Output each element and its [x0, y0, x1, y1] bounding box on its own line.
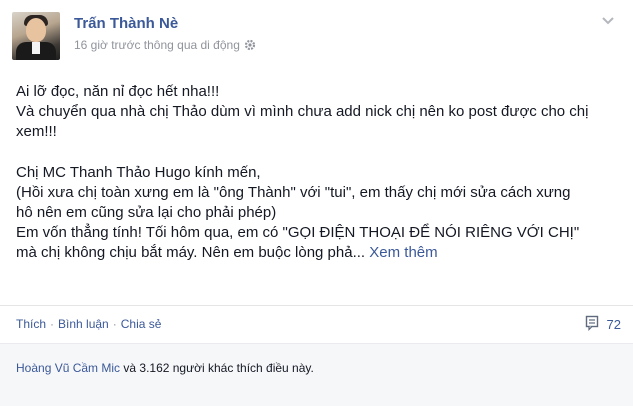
comment-count-value: 72: [606, 317, 621, 332]
post-body: Ai lỡ đọc, năn nỉ đọc hết nha!!! Và chuy…: [16, 82, 621, 263]
post-card: Trấn Thành Nè 16 giờ trước thông qua di …: [0, 0, 633, 406]
like-button[interactable]: Thích: [16, 317, 46, 331]
likes-summary: Hoàng Vũ Cầm Mic và 3.162 người khác thí…: [16, 361, 314, 375]
share-button[interactable]: Chia sẻ: [121, 317, 162, 331]
chevron-down-icon[interactable]: [598, 12, 618, 30]
post-line-last: mà chị không chịu bắt máy. Nên em buộc l…: [16, 243, 621, 263]
post-line: Và chuyển qua nhà chị Thảo dùm vì mình c…: [16, 103, 589, 120]
post-line: Chị MC Thanh Thảo Hugo kính mến,: [16, 164, 261, 181]
divider: [0, 305, 633, 306]
author-name[interactable]: Trấn Thành Nè: [74, 15, 178, 32]
comment-count[interactable]: 72: [585, 315, 621, 334]
separator: ·: [112, 317, 117, 331]
post-header: Trấn Thành Nè 16 giờ trước thông qua di …: [12, 12, 622, 60]
comment-bubble-icon: [585, 315, 601, 334]
post-line: Ai lỡ đọc, năn nỉ đọc hết nha!!!: [16, 83, 220, 100]
post-timestamp[interactable]: 16 giờ trước thông qua di động: [74, 38, 240, 52]
post-line: (Hồi xưa chị toàn xưng em là "ông Thành"…: [16, 184, 571, 201]
post-line: Em vốn thẳng tính! Tối hôm qua, em có "G…: [16, 224, 580, 241]
see-more-link[interactable]: Xem thêm: [369, 244, 437, 261]
post-line: xem!!!: [16, 123, 57, 140]
gear-icon[interactable]: [244, 39, 256, 51]
post-meta: 16 giờ trước thông qua di động: [74, 38, 256, 52]
post-line: mà chị không chịu bắt máy. Nên em buộc l…: [16, 244, 366, 261]
post-line: hô nên em cũng sửa lại cho phải phép): [16, 204, 277, 221]
comment-button[interactable]: Bình luận: [58, 317, 109, 331]
likes-rest-text: và 3.162 người khác thích điều này.: [120, 361, 314, 375]
post-actions: Thích · Bình luận · Chia sẻ: [16, 317, 161, 331]
separator: ·: [50, 317, 55, 331]
author-avatar[interactable]: [12, 12, 60, 60]
liker-name-link[interactable]: Hoàng Vũ Cầm Mic: [16, 361, 120, 375]
